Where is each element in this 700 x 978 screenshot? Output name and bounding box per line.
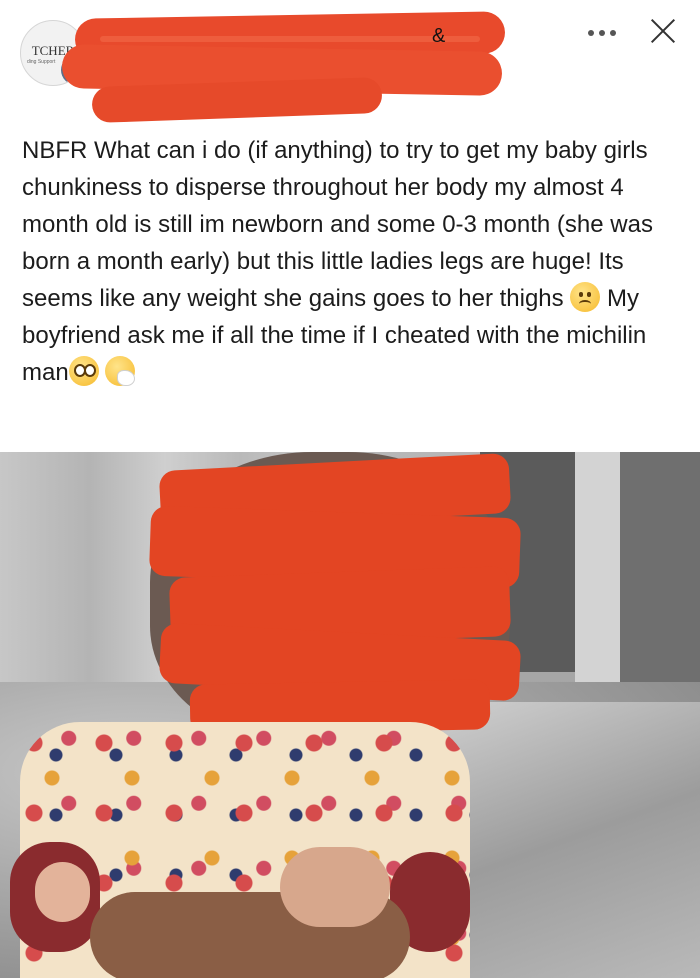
more-dot-icon [599,30,605,36]
sad-face-emoji-icon [570,282,601,312]
face-redaction [140,452,530,742]
more-dot-icon [588,30,594,36]
more-dot-icon [610,30,616,36]
sneezing-face-emoji-icon [105,356,136,386]
redaction-scribble [100,36,480,42]
post-photo[interactable] [0,452,700,978]
post-text-part-1: NBFR What can i do (if anything) to try … [22,137,653,312]
more-options-button[interactable] [582,18,622,46]
baby-hand [35,862,90,922]
photo-window-frame [575,452,620,712]
photo-blanket-fold [430,702,700,978]
post-header: TCHER ding Support & [0,0,700,125]
adult-hand [280,847,390,927]
close-button[interactable] [646,14,680,48]
avatar-subtext: ding Support [27,59,56,65]
post-body: NBFR What can i do (if anything) to try … [22,132,682,391]
ampersand-text: & [432,25,446,47]
pleading-face-emoji-icon [68,356,99,386]
